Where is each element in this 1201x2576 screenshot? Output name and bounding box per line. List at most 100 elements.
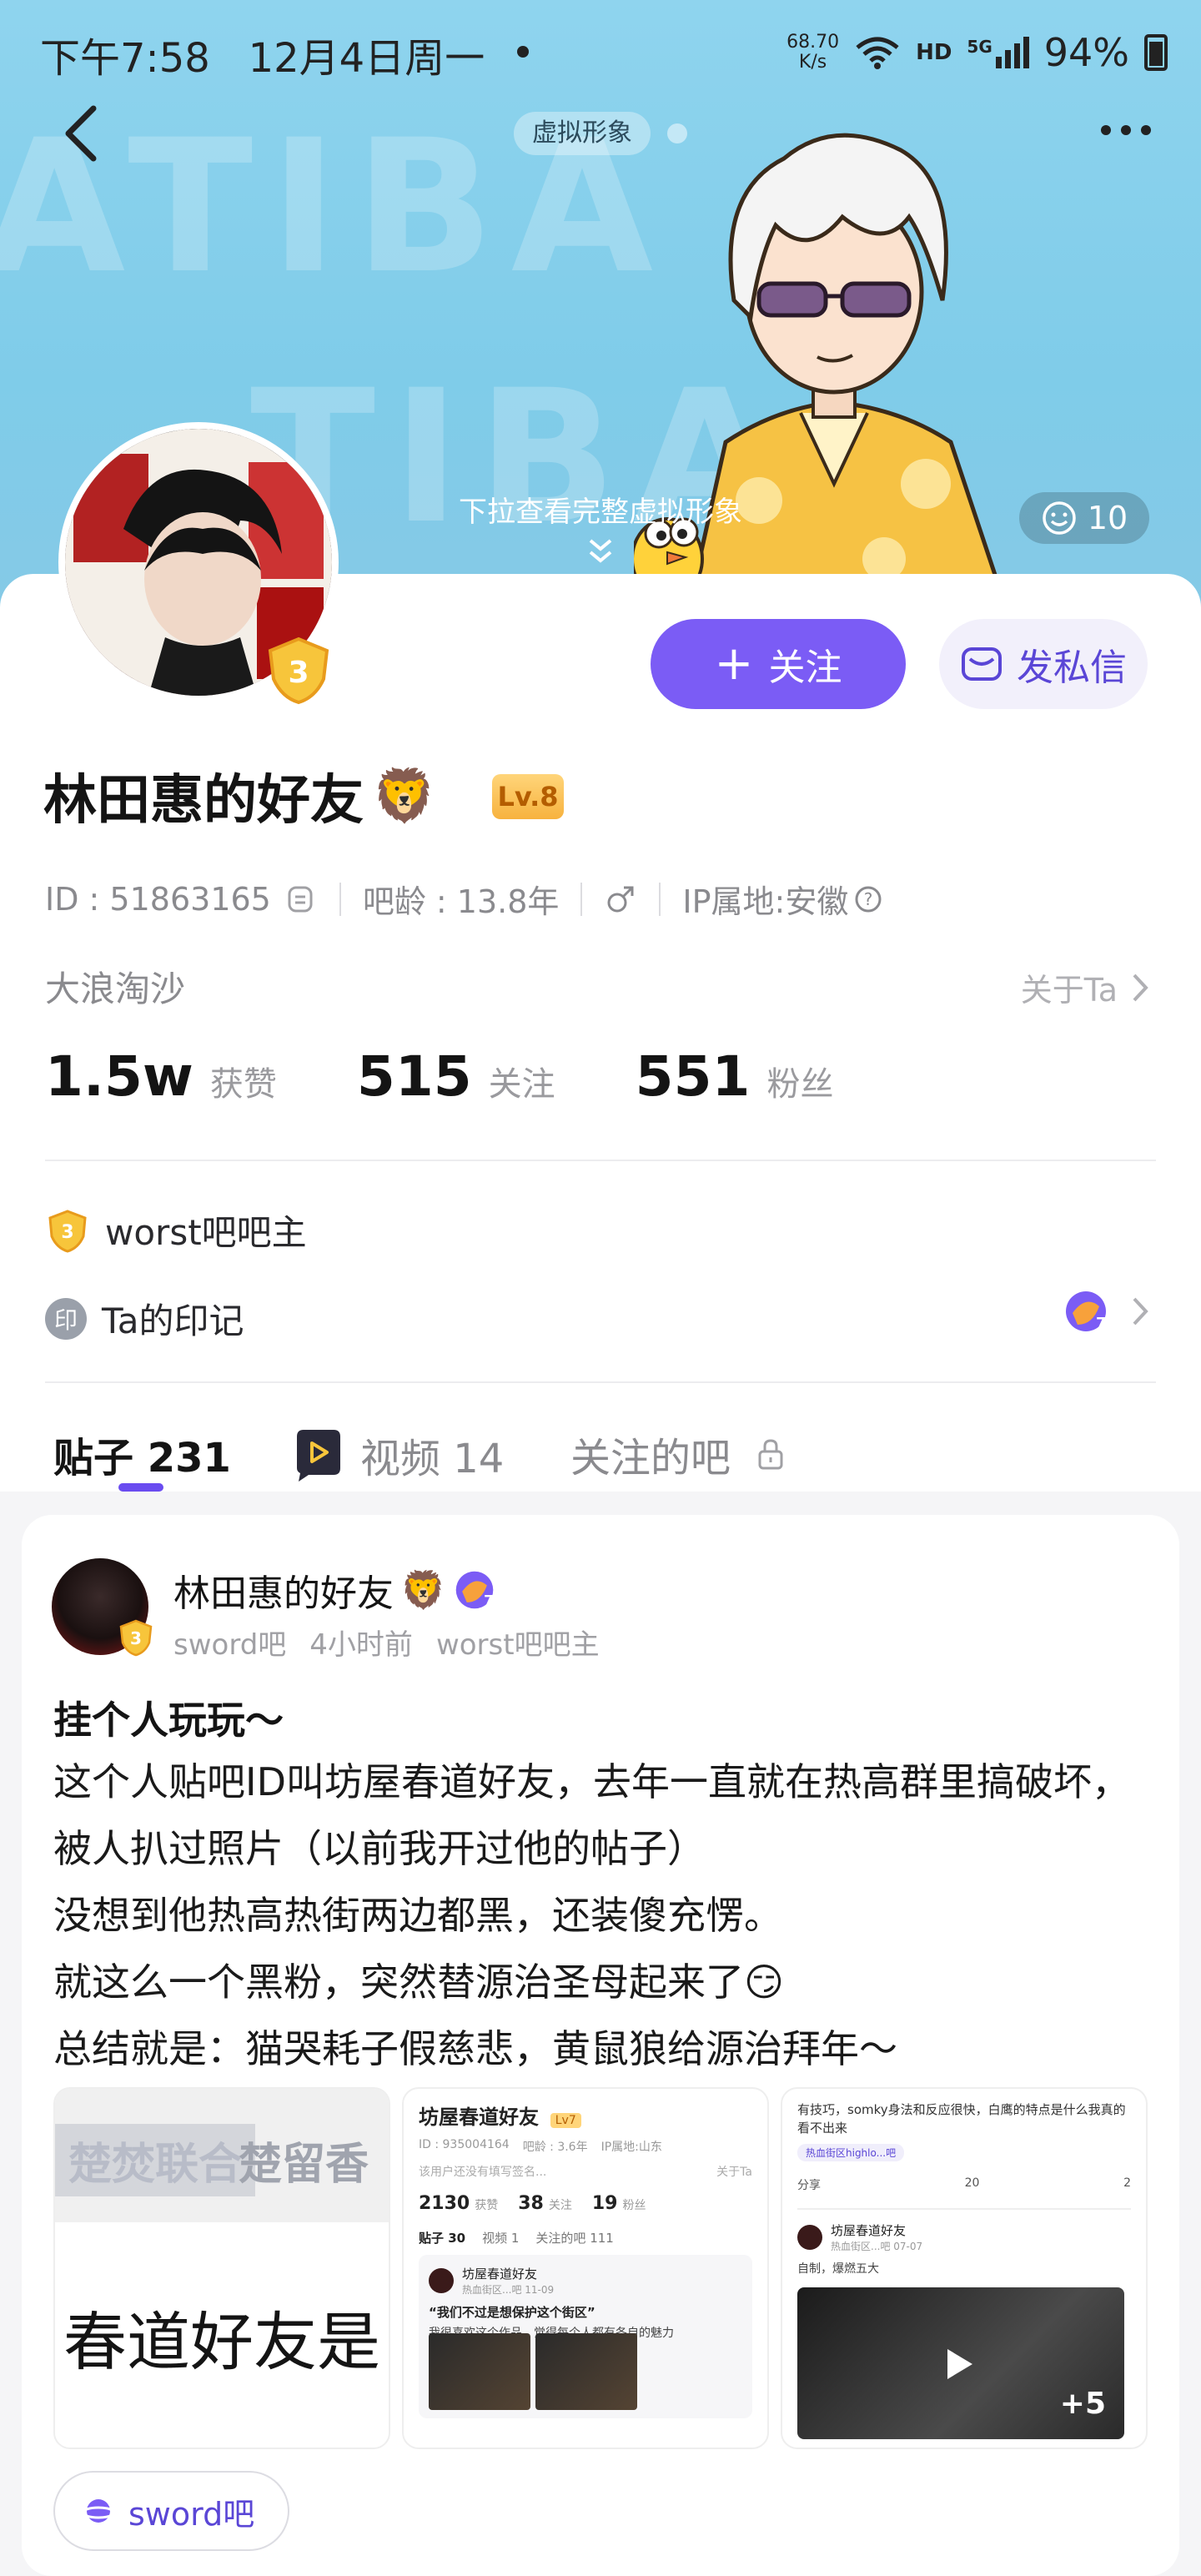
image-text: IP属地:山东 bbox=[600, 2141, 662, 2154]
lion-emoji-icon: 🦁 bbox=[372, 765, 437, 826]
copy-icon[interactable] bbox=[284, 883, 318, 916]
profile-card bbox=[0, 574, 1201, 1492]
post-line: 总结就是：猫哭耗子假慈悲，黄鼠狼给源治拜年～ bbox=[53, 2026, 897, 2071]
post-image-3[interactable]: 有技巧，somky身法和反应很快，白鹰的特点是什么我真的看不出来 热血街区hig… bbox=[781, 2087, 1148, 2449]
battery-percent: 94% bbox=[1043, 30, 1129, 75]
image-text: 楚留香 bbox=[239, 2140, 369, 2190]
status-icons: 68.70 K/s HD 5G 94% bbox=[786, 30, 1168, 75]
level-badge[interactable]: Lv.8 bbox=[492, 774, 564, 819]
ip-location: IP属地:安徽 bbox=[682, 883, 849, 920]
profile-stats: 1.5w 获赞 515 关注 551 粉丝 bbox=[45, 1044, 913, 1109]
image-text: 视频 1 bbox=[482, 2231, 520, 2246]
image-text: 楚焚联合 bbox=[55, 2124, 256, 2196]
post-image-2[interactable]: 坊屋春道好友 Lv7 ID : 935004164 吧龄 : 3.6年 IP属地… bbox=[402, 2087, 769, 2449]
status-time: 下午7:58 12月4日周一 bbox=[40, 35, 485, 82]
net-speed: 68.70 K/s bbox=[786, 32, 840, 73]
lion-emoji-icon: 🦁 bbox=[400, 1569, 446, 1612]
svg-text:3: 3 bbox=[130, 1628, 142, 1648]
image-text: 2130 bbox=[419, 2193, 470, 2214]
play-icon bbox=[947, 2349, 972, 2379]
forum-age: 吧龄 : 13.8年 bbox=[362, 883, 560, 920]
profile-tabs: 贴子 231 视频 14 关注的吧 bbox=[0, 1410, 1201, 1492]
back-arrow-icon[interactable] bbox=[53, 100, 112, 167]
video-icon bbox=[297, 1430, 340, 1482]
profile-meta-row: ID : 51863165 吧龄 : 13.8年 IP属地:安徽 ? bbox=[45, 876, 883, 922]
image-text: 2 bbox=[1123, 2176, 1131, 2190]
battery-icon bbox=[1144, 34, 1168, 71]
tab-posts[interactable]: 贴子 231 bbox=[53, 1425, 231, 1483]
post-author-name[interactable]: 林田惠的好友 🦁 7 bbox=[173, 1563, 496, 1617]
moderator-row[interactable]: 3 worst吧吧主 bbox=[45, 1205, 307, 1255]
virtual-avatar-chip[interactable]: 虚拟形象 bbox=[514, 112, 651, 155]
image-text: 自制，爆燃五大 bbox=[797, 2262, 879, 2276]
image-text: 关注 bbox=[548, 2199, 572, 2212]
moderator-badge-icon: 3 bbox=[268, 636, 329, 705]
status-bar: 下午7:58 12月4日周一 68.70 K/s HD 5G 94% bbox=[0, 0, 1201, 108]
image-text: 吧龄 : 3.6年 bbox=[522, 2141, 588, 2154]
imprint-row[interactable]: 印 Ta的印记 bbox=[45, 1293, 244, 1344]
avatar-like-chip[interactable]: 10 bbox=[1019, 492, 1149, 544]
image-text: 坊屋春道好友 bbox=[831, 2223, 907, 2238]
post-forum[interactable]: sword吧 bbox=[173, 1622, 286, 1663]
imprint-badge-icon: 7 bbox=[1066, 1291, 1107, 1332]
image-text: 关注的吧 111 bbox=[535, 2231, 614, 2246]
imprint-badge-icon: 7 bbox=[455, 1571, 494, 1609]
video-thumbnail: +5 bbox=[797, 2287, 1124, 2439]
post-line: 这个人贴吧ID叫坊屋春道好友，去年一直就在热高群里搞破坏，被人扒过照片（以前我开… bbox=[53, 1759, 1130, 1871]
image-text: 关于Ta bbox=[716, 2166, 752, 2179]
male-gender-icon bbox=[607, 886, 634, 912]
about-ta-link[interactable]: 关于Ta bbox=[1021, 964, 1149, 1010]
tab-followed-forums[interactable]: 关注的吧 bbox=[570, 1425, 786, 1483]
image-text: ID : 935004164 bbox=[419, 2138, 510, 2151]
chevron-right-icon bbox=[1133, 1297, 1148, 1326]
stat-following[interactable]: 515 关注 bbox=[357, 1044, 555, 1109]
chevron-down-icon bbox=[589, 539, 612, 563]
forum-tag-button[interactable]: sword吧 bbox=[53, 2471, 290, 2551]
help-icon[interactable]: ? bbox=[853, 884, 883, 914]
mail-icon bbox=[962, 647, 1002, 681]
moderator-badge-icon: 3 bbox=[119, 1619, 153, 1657]
post-image-1[interactable]: 楚焚联合 楚留香 春道好友是 bbox=[53, 2087, 390, 2449]
image-text: 热血街区...吧 11-09 bbox=[462, 2284, 555, 2296]
svg-text:7: 7 bbox=[484, 1592, 494, 1609]
profile-name: 林田惠的好友 🦁 bbox=[43, 765, 437, 832]
more-options-icon[interactable] bbox=[1101, 125, 1151, 135]
cell-signal-icon: 5G bbox=[967, 37, 1029, 68]
image-text: 坊屋春道好友 bbox=[419, 2106, 539, 2129]
follow-button[interactable]: + 关注 bbox=[651, 619, 906, 709]
wifi-icon bbox=[856, 37, 899, 69]
divider bbox=[45, 1381, 1156, 1383]
image-text: 19 bbox=[591, 2193, 618, 2214]
chevron-right-icon bbox=[1133, 974, 1148, 1001]
post-card[interactable]: 3 林田惠的好友 🦁 7 sword吧 4小时前 worst吧吧主 挂个人玩玩～… bbox=[22, 1515, 1179, 2576]
post-title: 挂个人玩玩～ bbox=[53, 1698, 284, 1743]
smiley-icon bbox=[1043, 501, 1076, 535]
image-text: 该用户还没有填写签名... bbox=[419, 2166, 547, 2179]
svg-text:3: 3 bbox=[61, 1222, 73, 1243]
more-images-count: +5 bbox=[1059, 2387, 1106, 2421]
image-text: 20 bbox=[964, 2176, 980, 2190]
active-tab-indicator bbox=[118, 1483, 163, 1492]
image-text: 分享 bbox=[797, 2179, 821, 2192]
divider bbox=[45, 1160, 1156, 1161]
hd-label: HD bbox=[916, 40, 952, 65]
user-id: ID : 51863165 bbox=[45, 880, 271, 918]
post-line: 没想到他热高热街两边都黑，还装傻充愣。 bbox=[53, 1893, 782, 1938]
stat-likes[interactable]: 1.5w 获赞 bbox=[45, 1044, 277, 1109]
imprint-badges[interactable]: 7 bbox=[1063, 1288, 1149, 1335]
stat-followers[interactable]: 551 粉丝 bbox=[636, 1044, 834, 1109]
notification-dot bbox=[517, 46, 529, 58]
image-text: 贴子 30 bbox=[419, 2231, 466, 2246]
lock-icon bbox=[758, 1439, 783, 1470]
tab-videos[interactable]: 视频 14 bbox=[289, 1425, 504, 1485]
message-button[interactable]: 发私信 bbox=[939, 619, 1148, 709]
post-body: 这个人贴吧ID叫坊屋春道好友，去年一直就在热高群里搞破坏，被人扒过照片（以前我开… bbox=[53, 1748, 1163, 2082]
post-line: 就这么一个黑粉，突然替源治圣母起来了😏 bbox=[53, 1960, 784, 2005]
moderator-badge-icon: 3 bbox=[48, 1209, 87, 1253]
profile-bio: 大浪淘沙 bbox=[45, 969, 186, 1009]
image-text: 有技巧，somky身法和反应很快，白鹰的特点是什么我真的看不出来 bbox=[797, 2102, 1126, 2136]
post-image-grid: 楚焚联合 楚留香 春道好友是 坊屋春道好友 Lv7 ID : 935004164… bbox=[53, 2087, 1148, 2449]
chip-dot bbox=[667, 123, 687, 143]
svg-text:?: ? bbox=[864, 889, 873, 909]
imprint-seal-icon: 印 bbox=[45, 1297, 87, 1340]
